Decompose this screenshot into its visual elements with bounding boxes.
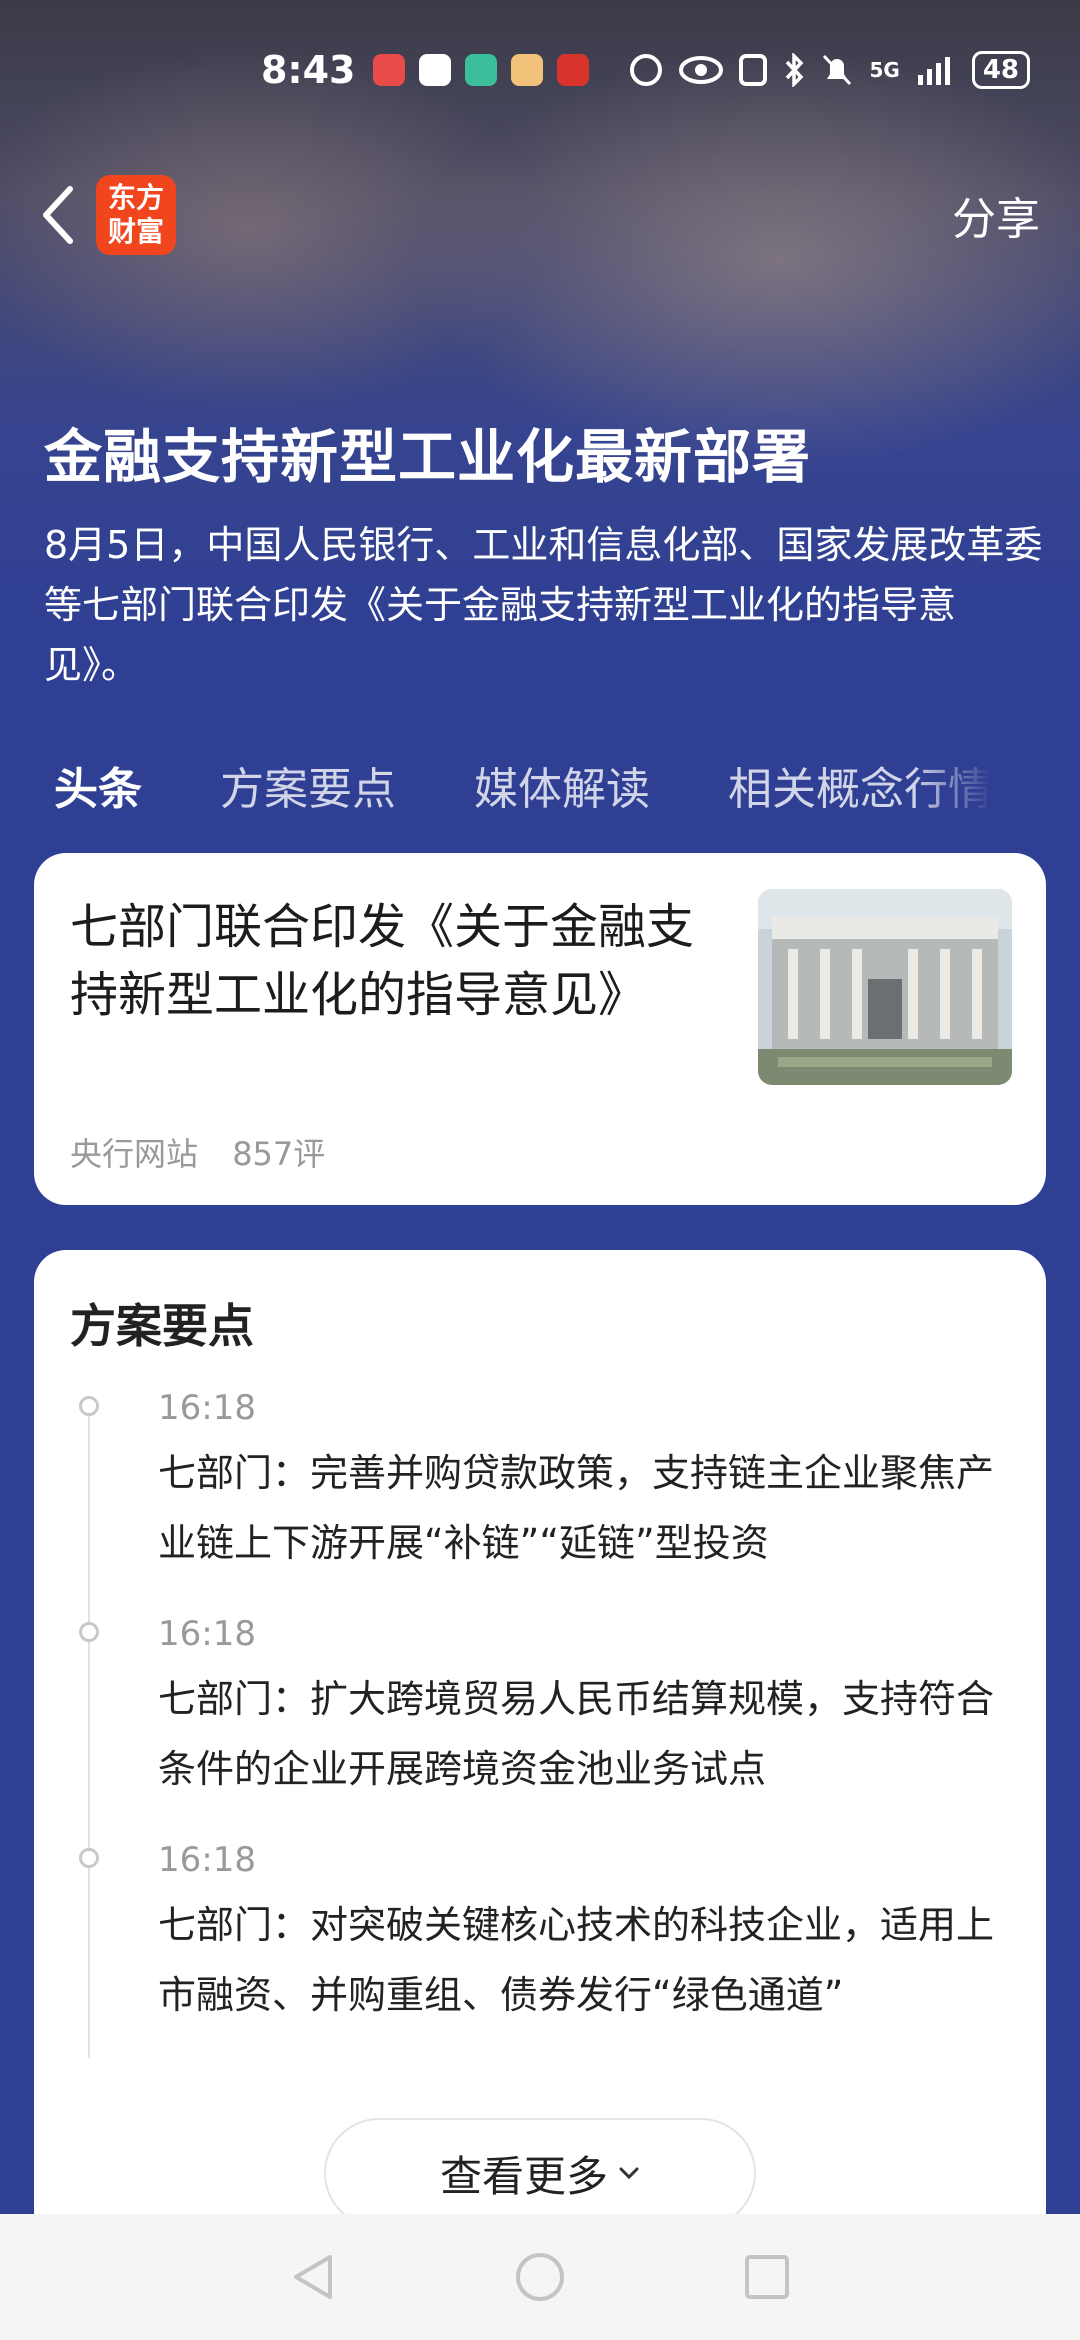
app-logo: 东方 财富 xyxy=(96,175,176,255)
status-time: 8:43 xyxy=(260,48,356,92)
headline-news-card[interactable]: 七部门联合印发《关于金融支持新型工业化的指导意见》 央行网站 857评 xyxy=(34,853,1046,1205)
news-title[interactable]: 七部门联合印发《关于金融支持新型工业化的指导意见》 xyxy=(70,893,710,1029)
chevron-down-icon xyxy=(619,2167,639,2180)
plan-points-card: 方案要点 16:18 七部门：完善并购贷款政策，支持链主企业聚焦产业链上下游开展… xyxy=(34,1250,1046,2340)
share-button[interactable]: 分享 xyxy=(952,183,1040,247)
timeline-time: 16:18 xyxy=(158,1840,256,1880)
signal-icon xyxy=(917,57,950,85)
timeline-time: 16:18 xyxy=(158,1388,256,1428)
timeline-time: 16:18 xyxy=(158,1614,256,1654)
hd-call-icon xyxy=(630,54,663,86)
timeline-dot xyxy=(79,1848,99,1868)
timeline-dot xyxy=(79,1396,99,1416)
top-navigation-bar: 东方 财富 分享 xyxy=(0,170,1080,260)
news-meta: 央行网站 857评 xyxy=(70,1129,349,1175)
tab-plan-points[interactable]: 方案要点 xyxy=(220,753,396,817)
timeline-text[interactable]: 七部门：完善并购贷款政策，支持链主企业聚焦产业链上下游开展“补链”“延链”型投资 xyxy=(158,1438,1010,1578)
notification-app-icon xyxy=(557,54,590,86)
battery-indicator: 48 xyxy=(971,51,1030,89)
status-bar: 8:43 5G 48 xyxy=(0,0,1080,140)
timeline-text[interactable]: 七部门：扩大跨境贸易人民币结算规模，支持符合条件的企业开展跨境资金池业务试点 xyxy=(158,1664,1010,1804)
tab-related-concepts[interactable]: 相关概念行情 xyxy=(728,753,992,817)
mute-bell-icon xyxy=(823,54,852,86)
back-arrow-icon[interactable] xyxy=(40,185,76,245)
tab-headline[interactable]: 头条 xyxy=(54,753,142,817)
timeline-dot xyxy=(79,1622,99,1642)
news-thumbnail-image xyxy=(758,889,1012,1085)
network-type: 5G xyxy=(869,58,900,82)
tab-media-interpretation[interactable]: 媒体解读 xyxy=(474,753,650,817)
bluetooth-icon xyxy=(786,53,804,87)
logo-text-line2: 财富 xyxy=(107,215,164,248)
nav-home-icon[interactable] xyxy=(515,2252,565,2302)
nav-recents-icon[interactable] xyxy=(744,2254,790,2300)
topic-tabs: 头条 方案要点 媒体解读 相关概念行情 xyxy=(0,740,1080,830)
nav-back-icon[interactable] xyxy=(290,2252,336,2302)
page-title: 金融支持新型工业化最新部署 xyxy=(44,423,812,491)
nfc-icon xyxy=(739,54,768,86)
timeline: 16:18 七部门：完善并购贷款政策，支持链主企业聚焦产业链上下游开展“补链”“… xyxy=(70,1386,1010,2058)
news-comment-count: 857评 xyxy=(232,1135,326,1173)
timeline-item[interactable]: 16:18 七部门：扩大跨境贸易人民币结算规模，支持符合条件的企业开展跨境资金池… xyxy=(70,1612,1010,1804)
notification-app-icon xyxy=(465,54,498,86)
timeline-item[interactable]: 16:18 七部门：对突破关键核心技术的科技企业，适用上市融资、并购重组、债券发… xyxy=(70,1838,1010,2030)
notification-app-icon xyxy=(373,54,406,86)
logo-text-line1: 东方 xyxy=(107,181,164,214)
section-heading: 方案要点 xyxy=(70,1299,254,1353)
system-navigation-bar xyxy=(0,2214,1080,2340)
notification-app-icon xyxy=(419,54,452,86)
eye-icon xyxy=(679,56,724,84)
news-source: 央行网站 xyxy=(70,1135,199,1173)
view-more-button[interactable]: 查看更多 xyxy=(324,2118,756,2228)
view-more-label: 查看更多 xyxy=(439,2151,608,2201)
timeline-text[interactable]: 七部门：对突破关键核心技术的科技企业，适用上市融资、并购重组、债券发行“绿色通道… xyxy=(158,1890,1010,2030)
notification-app-icon xyxy=(511,54,544,86)
timeline-item[interactable]: 16:18 七部门：完善并购贷款政策，支持链主企业聚焦产业链上下游开展“补链”“… xyxy=(70,1386,1010,1578)
topic-summary: 8月5日，中国人民银行、工业和信息化部、国家发展改革委等七部门联合印发《关于金融… xyxy=(44,523,1043,687)
